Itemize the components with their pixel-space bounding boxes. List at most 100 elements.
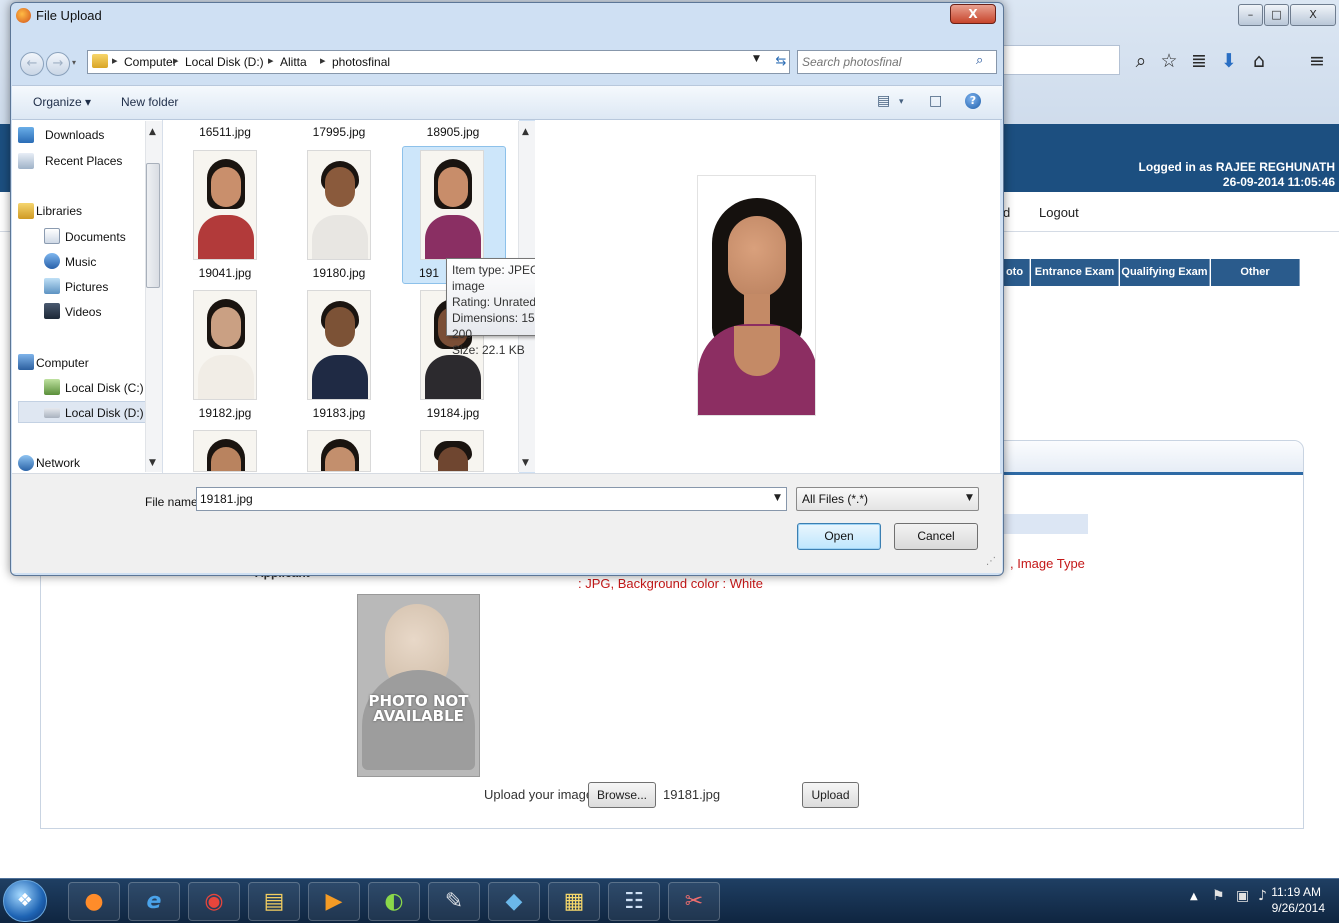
nav-item-network[interactable]: Network [36, 456, 80, 470]
minimize-button[interactable]: – [1238, 4, 1263, 26]
nav-item-local-disk-d[interactable]: Local Disk (D:) [65, 406, 144, 420]
menu-icon[interactable]: ≡ [1304, 48, 1330, 74]
breadcrumb-local-disk-d[interactable]: Local Disk (D:) [185, 55, 264, 69]
clock-time[interactable]: 11:19 AM [1271, 885, 1321, 899]
open-button[interactable]: Open [797, 523, 881, 550]
nav-item-music[interactable]: Music [65, 255, 96, 269]
library-icon[interactable]: ≣ [1186, 48, 1212, 74]
file-name[interactable]: 18905.jpg [403, 125, 503, 139]
file-thumbnail[interactable] [193, 150, 257, 260]
calculator-icon[interactable]: ▦ [548, 882, 600, 921]
tab-qualifying-exam[interactable]: Qualifying Exam [1120, 259, 1210, 286]
tab-other[interactable]: Other [1211, 259, 1300, 286]
start-button[interactable]: ❖ [3, 880, 47, 922]
history-dropdown-icon[interactable]: ▾ [72, 58, 76, 67]
nav-item-pictures[interactable]: Pictures [65, 280, 108, 294]
firefox-icon[interactable]: ● [68, 882, 120, 921]
file-explorer-icon[interactable]: ▤ [248, 882, 300, 921]
file-thumbnail[interactable] [420, 430, 484, 472]
breadcrumb-separator-icon[interactable]: ▸ [173, 54, 179, 67]
nav-item-local-disk-c[interactable]: Local Disk (C:) [65, 381, 144, 395]
star-icon[interactable]: ☆ [1156, 48, 1182, 74]
breadcrumb-computer[interactable]: Computer [124, 55, 177, 69]
breadcrumb-separator-icon[interactable]: ▸ [268, 54, 274, 67]
file-thumbnail[interactable] [307, 430, 371, 472]
browse-button[interactable]: Browse... [588, 782, 656, 808]
file-type-filter[interactable]: All Files (*.*) [796, 487, 979, 511]
chrome-icon[interactable]: ◉ [188, 882, 240, 921]
search-input[interactable] [802, 53, 972, 71]
internet-explorer-icon[interactable]: e [128, 882, 180, 921]
cancel-button[interactable]: Cancel [894, 523, 978, 550]
nav-scroll-thumb[interactable] [146, 163, 160, 288]
file-thumbnail[interactable] [307, 150, 371, 260]
nav-item-videos[interactable]: Videos [65, 305, 101, 319]
browser-close-button[interactable]: X [1290, 4, 1336, 26]
tab-photo[interactable]: oto [1000, 259, 1030, 286]
breadcrumb-separator-icon[interactable]: ▸ [112, 54, 118, 67]
download-icon[interactable]: ⬇ [1216, 48, 1242, 74]
breadcrumb-separator-icon[interactable]: ▸ [320, 54, 326, 67]
folder-app-icon[interactable]: ◆ [488, 882, 540, 921]
network-tray-icon[interactable]: ▣ [1236, 888, 1249, 904]
preview-pane-icon[interactable]: □ [929, 93, 942, 109]
thumb-face [211, 167, 241, 207]
forward-icon[interactable]: → [46, 52, 70, 76]
breadcrumb-photosfinal[interactable]: photosfinal [332, 55, 390, 69]
file-name[interactable]: 19183.jpg [289, 406, 389, 420]
scroll-down-icon[interactable]: ▼ [149, 458, 156, 468]
image-requirement-text: , Image Type [1010, 556, 1085, 571]
upload-button[interactable]: Upload [802, 782, 859, 808]
resize-grip-icon[interactable]: ⋰ [986, 556, 996, 567]
organize-menu[interactable]: Organize ▾ [33, 95, 91, 109]
scroll-down-icon[interactable]: ▼ [522, 458, 529, 468]
view-dropdown-icon[interactable]: ▾ [899, 97, 904, 107]
refresh-icon[interactable]: ⇆ [770, 50, 792, 74]
file-name-input[interactable] [200, 490, 760, 508]
tray-expand-icon[interactable]: ▲ [1190, 891, 1198, 902]
file-type-dropdown-icon[interactable]: ▼ [966, 493, 973, 503]
back-icon[interactable]: ← [20, 52, 44, 76]
media-player-icon[interactable]: ▶ [308, 882, 360, 921]
new-folder-button[interactable]: New folder [121, 95, 178, 109]
file-name[interactable]: 16511.jpg [175, 125, 275, 139]
action-center-icon[interactable]: ⚑ [1212, 888, 1225, 904]
paint-icon[interactable]: ✎ [428, 882, 480, 921]
file-name-dropdown-icon[interactable]: ▼ [774, 493, 781, 503]
snipping-tool-icon[interactable]: ✂ [668, 882, 720, 921]
document-icon[interactable]: ☷ [608, 882, 660, 921]
dialog-close-button[interactable]: X [950, 4, 996, 24]
nav-item-recent-places[interactable]: Recent Places [45, 154, 122, 168]
file-name[interactable]: 19184.jpg [403, 406, 503, 420]
nav-item-computer[interactable]: Computer [36, 356, 89, 370]
menu-item-partial[interactable]: d [1003, 205, 1010, 220]
dreamweaver-icon[interactable]: ◐ [368, 882, 420, 921]
maximize-button[interactable]: □ [1264, 4, 1289, 26]
tab-entrance-exam[interactable]: Entrance Exam [1031, 259, 1119, 286]
nav-item-libraries[interactable]: Libraries [36, 204, 82, 218]
file-thumbnail[interactable] [193, 290, 257, 400]
file-thumbnail[interactable] [307, 290, 371, 400]
file-name[interactable]: 19180.jpg [289, 266, 389, 280]
clock-date[interactable]: 9/26/2014 [1272, 901, 1325, 915]
search-icon[interactable]: ⌕ [976, 53, 983, 68]
scroll-up-icon[interactable]: ▲ [522, 127, 529, 137]
address-dropdown-icon[interactable]: ▼ [753, 54, 760, 64]
logout-link[interactable]: Logout [1039, 205, 1079, 220]
browser-address-bar[interactable] [1000, 45, 1120, 75]
file-name[interactable]: 19182.jpg [175, 406, 275, 420]
nav-item-documents[interactable]: Documents [65, 230, 126, 244]
home-icon[interactable]: ⌂ [1246, 48, 1272, 74]
file-name[interactable]: 19041.jpg [175, 266, 275, 280]
file-thumbnail[interactable] [420, 150, 484, 260]
scroll-up-icon[interactable]: ▲ [149, 127, 156, 137]
breadcrumb-alitta[interactable]: Alitta [280, 55, 307, 69]
help-icon[interactable]: ? [965, 93, 981, 109]
file-thumbnail[interactable] [193, 430, 257, 472]
change-view-icon[interactable]: ▤ [877, 93, 890, 109]
volume-icon[interactable]: ♪ [1258, 888, 1267, 904]
file-name[interactable]: 17995.jpg [289, 125, 389, 139]
nav-item-downloads[interactable]: Downloads [45, 128, 104, 142]
login-info: Logged in as RAJEE REGHUNATH 26-09-2014 … [1139, 160, 1335, 190]
search-icon[interactable]: ⌕ [1128, 48, 1154, 74]
